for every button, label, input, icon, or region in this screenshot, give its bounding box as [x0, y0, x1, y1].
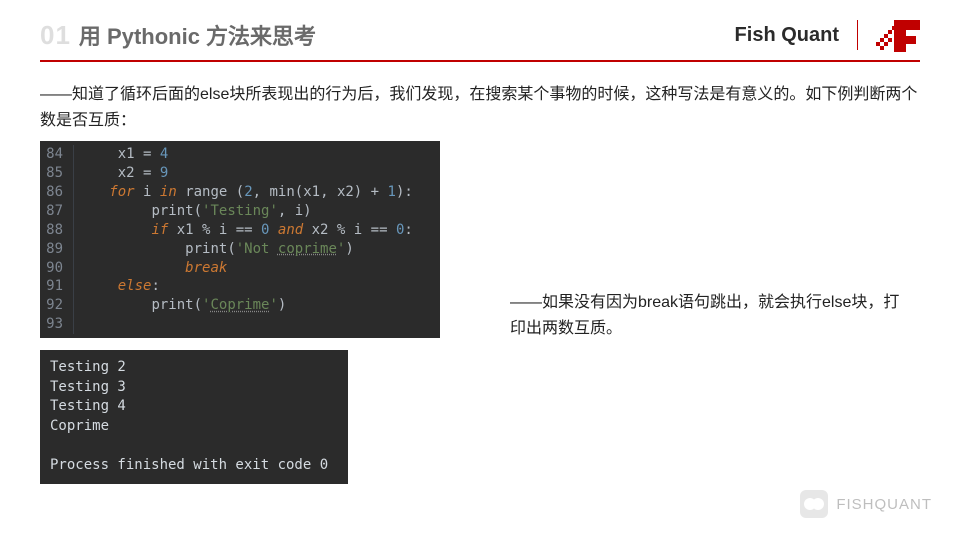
- code-line: 86 for i in range (2, min(x1, x2) + 1):: [40, 183, 440, 202]
- brand-logo-icon: [876, 18, 920, 52]
- code-line: 88 if x1 % i == 0 and x2 % i == 0:: [40, 221, 440, 240]
- line-number: 93: [40, 315, 74, 334]
- code-content: print('Coprime'): [74, 296, 286, 315]
- code-content: break: [74, 259, 227, 278]
- code-content: x1 = 4: [74, 145, 168, 164]
- code-line: 87 print('Testing', i): [40, 202, 440, 221]
- code-line: 91 else:: [40, 277, 440, 296]
- line-number: 90: [40, 259, 74, 278]
- code-line: 93: [40, 315, 440, 334]
- code-line: 85 x2 = 9: [40, 164, 440, 183]
- watermark: FISHQUANT: [800, 490, 932, 518]
- line-number: 88: [40, 221, 74, 240]
- line-number: 84: [40, 145, 74, 164]
- side-note: ——如果没有因为break语句跳出，就会执行else块，打印出两数互质。: [510, 290, 910, 341]
- code-line: 84 x1 = 4: [40, 145, 440, 164]
- wechat-icon: [800, 490, 828, 518]
- slide-header: 01 用 Pythonic 方法来思考 Fish Quant: [0, 0, 960, 60]
- chapter-number: 01: [40, 20, 71, 51]
- code-line: 89 print('Not coprime'): [40, 240, 440, 259]
- code-content: [74, 315, 92, 334]
- code-line: 90 break: [40, 259, 440, 278]
- line-number: 89: [40, 240, 74, 259]
- brand-name: Fish Quant: [735, 24, 839, 47]
- watermark-text: FISHQUANT: [836, 496, 932, 513]
- console-output: Testing 2 Testing 3 Testing 4 Coprime Pr…: [40, 350, 348, 484]
- line-number: 86: [40, 183, 74, 202]
- code-content: print('Testing', i): [74, 202, 312, 221]
- code-editor-block: 84 x1 = 485 x2 = 986 for i in range (2, …: [40, 141, 440, 338]
- line-number: 91: [40, 277, 74, 296]
- header-rule: [40, 60, 920, 62]
- code-content: else:: [74, 277, 160, 296]
- code-content: for i in range (2, min(x1, x2) + 1):: [74, 183, 413, 202]
- brand-area: Fish Quant: [735, 18, 920, 52]
- code-content: print('Not coprime'): [74, 240, 354, 259]
- code-line: 92 print('Coprime'): [40, 296, 440, 315]
- line-number: 92: [40, 296, 74, 315]
- paragraph-intro: ——知道了循环后面的else块所表现出的行为后，我们发现，在搜索某个事物的时候，…: [40, 82, 920, 133]
- line-number: 87: [40, 202, 74, 221]
- chapter-title: 用 Pythonic 方法来思考: [79, 19, 316, 51]
- brand-divider: [857, 20, 858, 50]
- line-number: 85: [40, 164, 74, 183]
- code-content: x2 = 9: [74, 164, 168, 183]
- code-content: if x1 % i == 0 and x2 % i == 0:: [74, 221, 413, 240]
